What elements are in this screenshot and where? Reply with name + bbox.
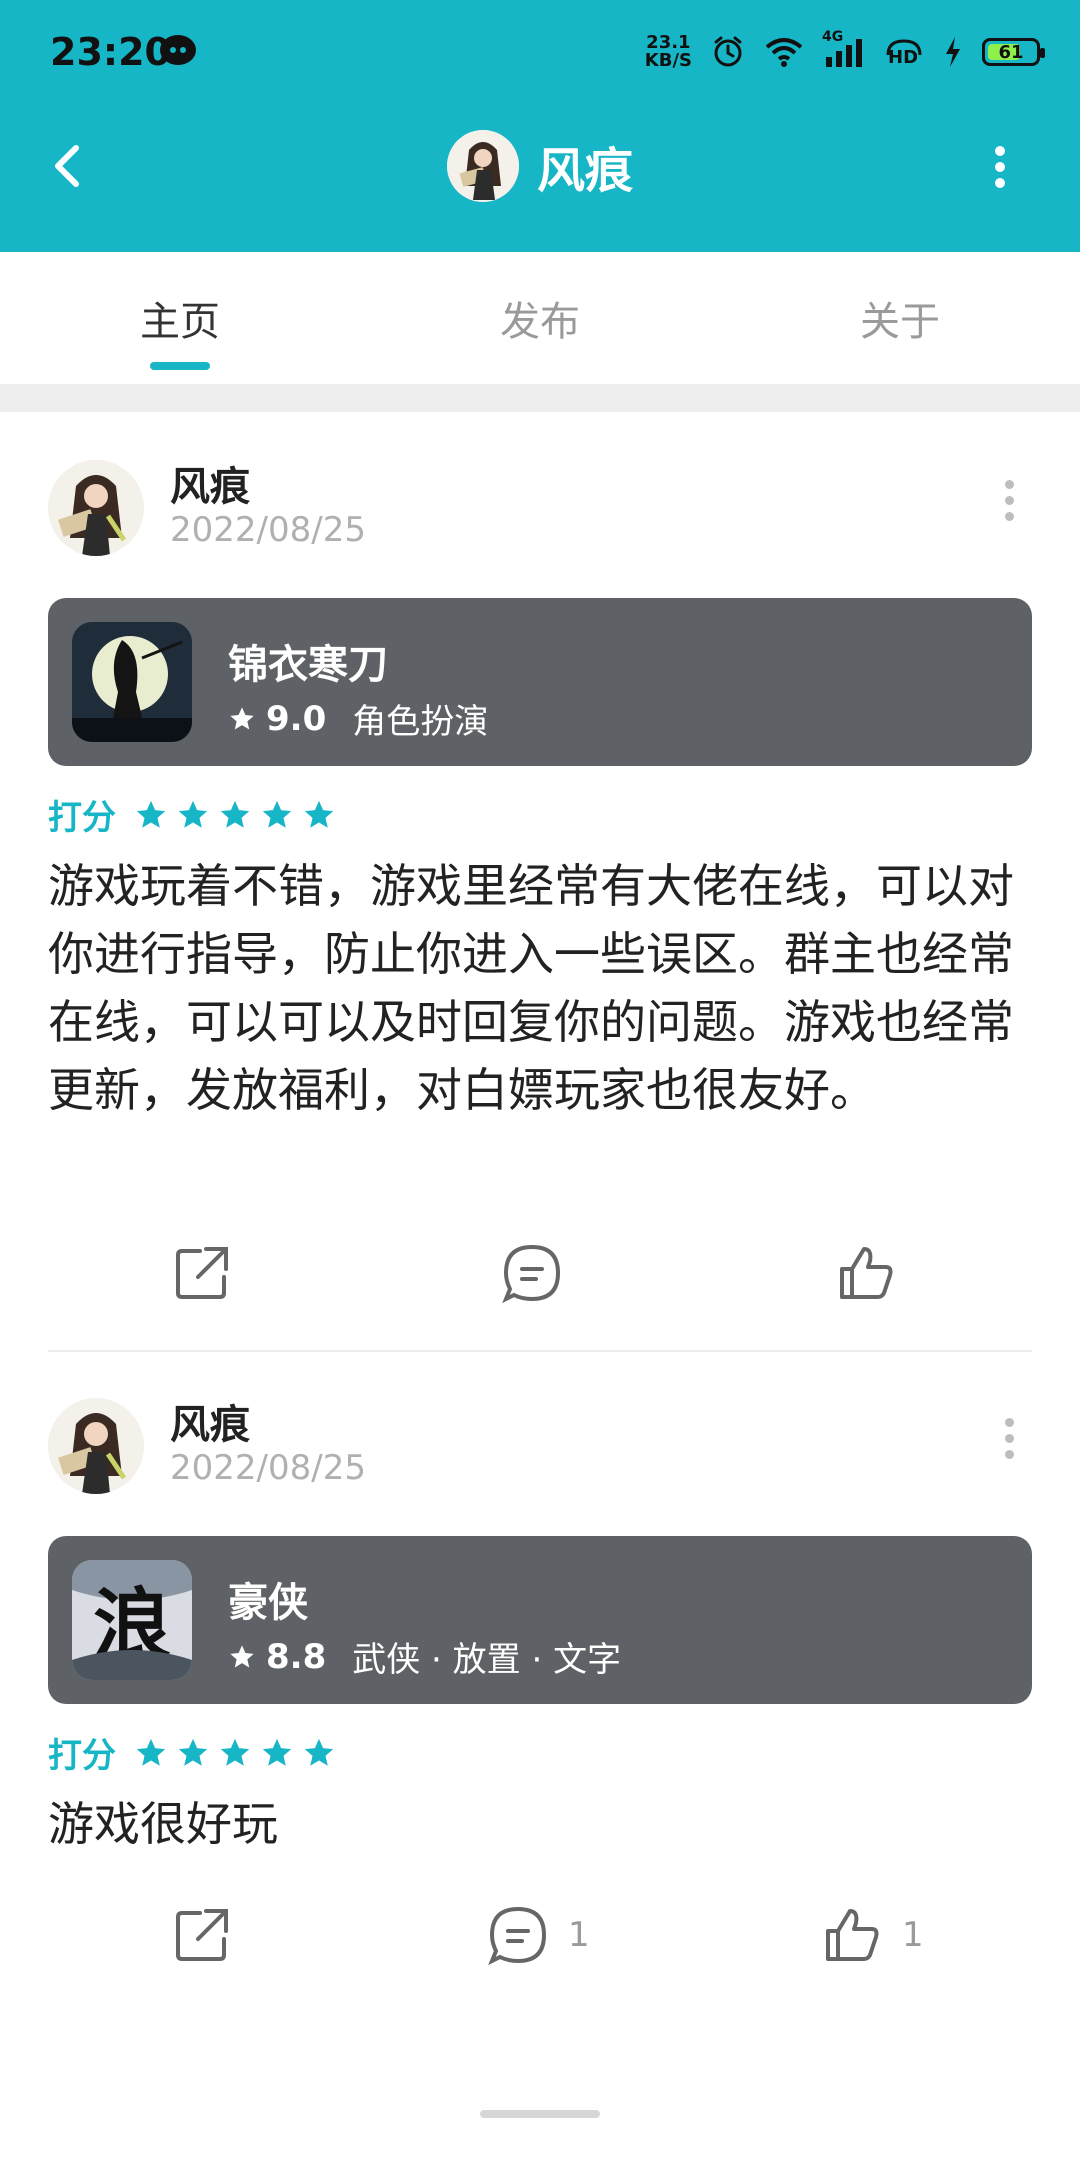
star-icon <box>304 1738 334 1766</box>
game-art <box>72 622 192 742</box>
more-dot <box>995 146 1005 156</box>
post-actions <box>0 1228 1080 1318</box>
game-name: 锦衣寒刀 <box>228 642 388 688</box>
tab-about[interactable]: 关于 <box>720 252 1080 384</box>
post-actions: 1 1 <box>0 1890 1080 1980</box>
star-icon <box>136 1738 166 1766</box>
review-text: 游戏很好玩 <box>48 1797 278 1851</box>
page-title: 风痕 <box>536 143 633 199</box>
menu-dot <box>1005 496 1014 505</box>
post-divider <box>48 1350 1032 1352</box>
rating-star-icon <box>230 1644 254 1667</box>
review-text: 游戏玩着不错，游戏里经常有大佬在线，可以对你进行指导，防止你进入一些误区。群主也… <box>48 859 1014 1117</box>
thumbs-up-icon <box>840 1247 893 1299</box>
network-speed-unit: KB/S <box>644 50 692 71</box>
header-avatar[interactable] <box>446 130 519 202</box>
menu-dot <box>1005 512 1014 521</box>
hd-icon: HD <box>884 35 924 69</box>
wifi-icon <box>765 38 803 67</box>
section-gap <box>0 384 1080 412</box>
profile-tabs: 主页 发布 关于 <box>0 252 1080 386</box>
comment-button[interactable] <box>500 1228 582 1318</box>
signal-icon: 4G <box>822 29 866 69</box>
game-tags: 角色扮演 <box>352 702 489 742</box>
share-icon <box>176 1247 228 1299</box>
comment-button[interactable]: 1 <box>486 1890 590 1980</box>
battery-level: 61 <box>998 41 1024 63</box>
score-row: 打分 <box>48 1728 336 1777</box>
comment-icon <box>502 1244 561 1304</box>
menu-dot <box>1005 1434 1014 1443</box>
charging-icon <box>946 37 960 67</box>
tab-publish[interactable]: 发布 <box>360 252 720 384</box>
score-label: 打分 <box>48 1736 116 1776</box>
game-meta: 9.0 角色扮演 <box>228 694 488 743</box>
status-bar: 23:20 23.1 KB/S 4G HD 61 <box>0 0 1080 110</box>
battery-icon: 61 <box>982 38 1045 66</box>
game-tags: 武侠 · 放置 · 文字 <box>352 1640 622 1680</box>
thumbs-up-icon <box>826 1909 879 1961</box>
header-title-group: 风痕 <box>0 130 1080 202</box>
alarm-icon <box>714 36 742 67</box>
menu-dot <box>1005 1418 1014 1427</box>
star-icon <box>262 800 292 828</box>
comment-icon <box>488 1906 547 1966</box>
game-icon: 浪 <box>72 1560 192 1680</box>
more-options-button[interactable] <box>990 146 1010 188</box>
signal-bars <box>826 39 862 67</box>
tab-home[interactable]: 主页 <box>0 252 360 384</box>
like-count: 1 <box>902 1915 924 1955</box>
menu-dot <box>1005 1450 1014 1459</box>
chat-icon <box>160 35 196 65</box>
share-button[interactable] <box>170 1890 234 1980</box>
menu-dot <box>1005 480 1014 489</box>
post-username[interactable]: 风痕 <box>170 454 250 512</box>
star-icon <box>262 1738 292 1766</box>
comment-count: 1 <box>568 1915 590 1955</box>
avatar-image <box>446 130 519 202</box>
star-icon <box>220 1738 250 1766</box>
more-dot <box>995 178 1005 188</box>
share-button[interactable] <box>170 1228 234 1318</box>
post-header: 风痕 2022/08/25 <box>48 1388 1032 1498</box>
status-icons: 23.1 KB/S 4G HD 61 <box>645 29 1045 74</box>
more-dot <box>995 162 1005 172</box>
post-date: 2022/08/25 <box>170 510 366 550</box>
game-card[interactable]: 浪 豪侠 8.8 武侠 · 放置 · 文字 <box>48 1536 1032 1704</box>
star-icon <box>178 800 208 828</box>
star-icon <box>178 1738 208 1766</box>
game-art: 浪 <box>72 1560 192 1680</box>
game-card[interactable]: 锦衣寒刀 9.0 角色扮演 <box>48 598 1032 766</box>
home-indicator[interactable] <box>480 2110 600 2118</box>
status-time: 23:20 <box>50 30 171 74</box>
game-name: 豪侠 <box>228 1580 308 1626</box>
post-date: 2022/08/25 <box>170 1448 366 1488</box>
share-icon <box>176 1909 228 1961</box>
like-button[interactable] <box>834 1228 916 1318</box>
app-header: 23:20 23.1 KB/S 4G HD 61 风痕 <box>0 0 1080 252</box>
avatar-image <box>48 1398 144 1494</box>
star-icon <box>304 800 334 828</box>
game-rating: 9.0 <box>266 698 327 739</box>
like-button[interactable]: 1 <box>820 1890 924 1980</box>
avatar-image <box>48 460 144 556</box>
star-icon <box>220 800 250 828</box>
post-more-button[interactable] <box>1002 1418 1018 1460</box>
post-more-button[interactable] <box>1002 480 1018 522</box>
game-meta: 8.8 武侠 · 放置 · 文字 <box>228 1632 621 1681</box>
game-rating: 8.8 <box>266 1636 327 1677</box>
network-speed: 23.1 KB/S <box>645 34 692 70</box>
user-avatar[interactable] <box>48 1398 144 1494</box>
post-username[interactable]: 风痕 <box>170 1392 250 1450</box>
hd-label: HD <box>888 47 919 68</box>
score-row: 打分 <box>48 790 336 839</box>
game-icon <box>72 622 192 742</box>
rating-star-icon <box>230 706 254 729</box>
score-label: 打分 <box>48 798 116 838</box>
post-header: 风痕 2022/08/25 <box>48 450 1032 560</box>
star-icon <box>136 800 166 828</box>
user-avatar[interactable] <box>48 460 144 556</box>
